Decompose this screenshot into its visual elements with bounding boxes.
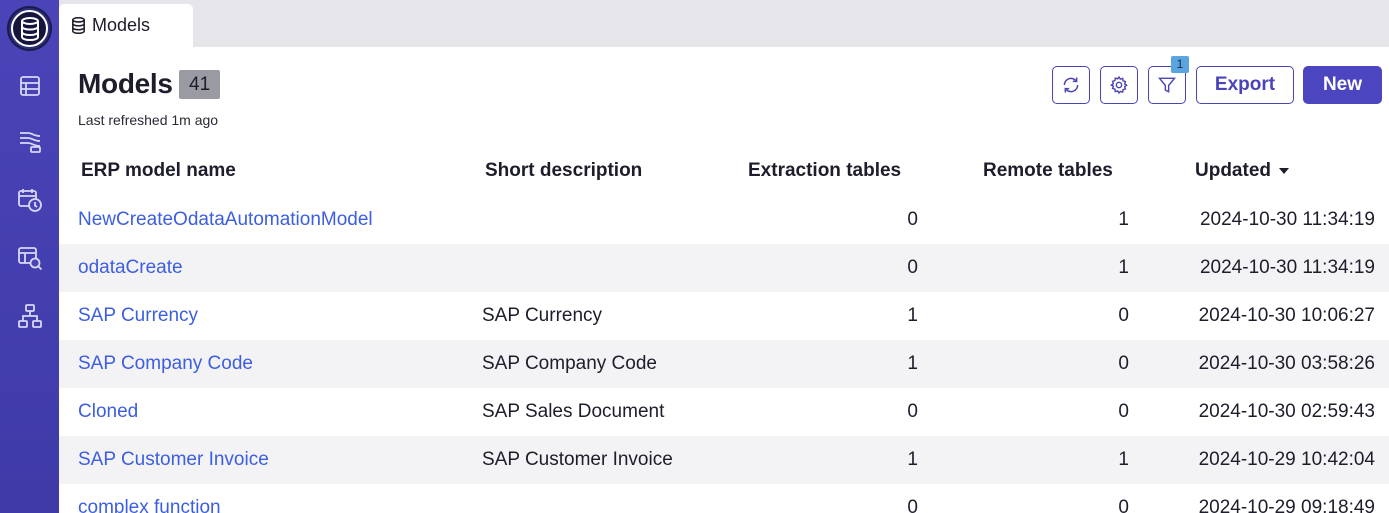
- model-name-link[interactable]: SAP Company Code: [78, 340, 253, 388]
- remote-tables: 1: [1118, 209, 1129, 230]
- column-header-extraction[interactable]: Extraction tables: [748, 160, 901, 182]
- model-name-link[interactable]: NewCreateOdataAutomationModel: [78, 196, 373, 244]
- count-badge: 41: [179, 70, 221, 99]
- new-button[interactable]: New: [1303, 66, 1382, 104]
- remote-tables: 0: [1118, 305, 1129, 326]
- updated-timestamp: 2024-10-30 10:06:27: [1198, 305, 1375, 326]
- model-name-link[interactable]: Cloned: [78, 388, 138, 436]
- column-header-updated[interactable]: Updated: [1195, 160, 1289, 182]
- tab-label: Models: [92, 15, 151, 35]
- model-name-link[interactable]: odataCreate: [78, 244, 183, 292]
- filter-count-badge: 1: [1171, 56, 1189, 73]
- table-row[interactable]: SAP Company Code SAP Company Code 1 0 20…: [59, 340, 1389, 388]
- extraction-tables: 0: [907, 209, 918, 230]
- extraction-tables: 0: [907, 401, 918, 422]
- updated-timestamp: 2024-10-30 02:59:43: [1198, 401, 1375, 422]
- table-row[interactable]: SAP Currency SAP Currency 1 0 2024-10-30…: [59, 292, 1389, 340]
- remote-tables: 0: [1118, 353, 1129, 374]
- last-refreshed-text: Last refreshed 1m ago: [78, 112, 219, 128]
- refresh-button[interactable]: [1052, 66, 1090, 104]
- sidebar: [0, 0, 59, 513]
- remote-tables: 1: [1118, 257, 1129, 278]
- table-row[interactable]: odataCreate 0 1 2024-10-30 11:34:19: [59, 244, 1389, 292]
- models-table: NewCreateOdataAutomationModel 0 1 2024-1…: [59, 196, 1389, 513]
- data-flow-icon[interactable]: [14, 126, 46, 158]
- updated-timestamp: 2024-10-29 10:42:04: [1198, 449, 1375, 470]
- short-description: SAP Customer Invoice: [482, 449, 673, 470]
- extraction-tables: 0: [907, 257, 918, 278]
- updated-timestamp: 2024-10-30 03:58:26: [1198, 353, 1375, 374]
- short-description: SAP Currency: [482, 305, 603, 326]
- gear-icon: [1109, 75, 1128, 95]
- database-icon: [11, 10, 48, 47]
- column-header-description[interactable]: Short description: [485, 160, 642, 182]
- column-header-name[interactable]: ERP model name: [81, 160, 236, 182]
- table-search-icon[interactable]: [14, 242, 46, 274]
- model-name-link[interactable]: SAP Customer Invoice: [78, 436, 269, 484]
- database-icon: [72, 17, 85, 34]
- table-row[interactable]: complex function 0 0 2024-10-29 09:18:49: [59, 484, 1389, 513]
- app-logo[interactable]: [7, 6, 52, 51]
- extraction-tables: 0: [907, 497, 918, 513]
- calendar-clock-icon[interactable]: [14, 184, 46, 216]
- model-name-link[interactable]: SAP Currency: [78, 292, 198, 340]
- column-header-remote[interactable]: Remote tables: [983, 160, 1113, 182]
- remote-tables: 1: [1118, 449, 1129, 470]
- short-description: SAP Sales Document: [482, 401, 665, 422]
- extraction-tables: 1: [907, 449, 918, 470]
- export-button[interactable]: Export: [1196, 66, 1294, 104]
- table-row[interactable]: Cloned SAP Sales Document 0 0 2024-10-30…: [59, 388, 1389, 436]
- sort-desc-icon: [1279, 168, 1289, 174]
- table-row[interactable]: NewCreateOdataAutomationModel 0 1 2024-1…: [59, 196, 1389, 244]
- table-row[interactable]: SAP Customer Invoice SAP Customer Invoic…: [59, 436, 1389, 484]
- page-title: Models: [78, 68, 173, 99]
- column-header-updated-label: Updated: [1195, 160, 1271, 181]
- table-list-icon[interactable]: [14, 70, 46, 102]
- short-description: SAP Company Code: [482, 353, 657, 374]
- updated-timestamp: 2024-10-29 09:18:49: [1198, 497, 1375, 513]
- model-name-link[interactable]: complex function: [78, 484, 221, 513]
- extraction-tables: 1: [907, 353, 918, 374]
- remote-tables: 0: [1118, 401, 1129, 422]
- hierarchy-icon[interactable]: [14, 300, 46, 332]
- updated-timestamp: 2024-10-30 11:34:19: [1199, 209, 1375, 230]
- filter-icon: [1157, 77, 1177, 93]
- tab-bar: Models: [59, 0, 1389, 47]
- extraction-tables: 1: [907, 305, 918, 326]
- updated-timestamp: 2024-10-30 11:34:19: [1199, 257, 1375, 278]
- settings-button[interactable]: [1100, 66, 1138, 104]
- refresh-icon: [1063, 77, 1079, 93]
- remote-tables: 0: [1118, 497, 1129, 513]
- tab-models[interactable]: Models: [59, 4, 193, 47]
